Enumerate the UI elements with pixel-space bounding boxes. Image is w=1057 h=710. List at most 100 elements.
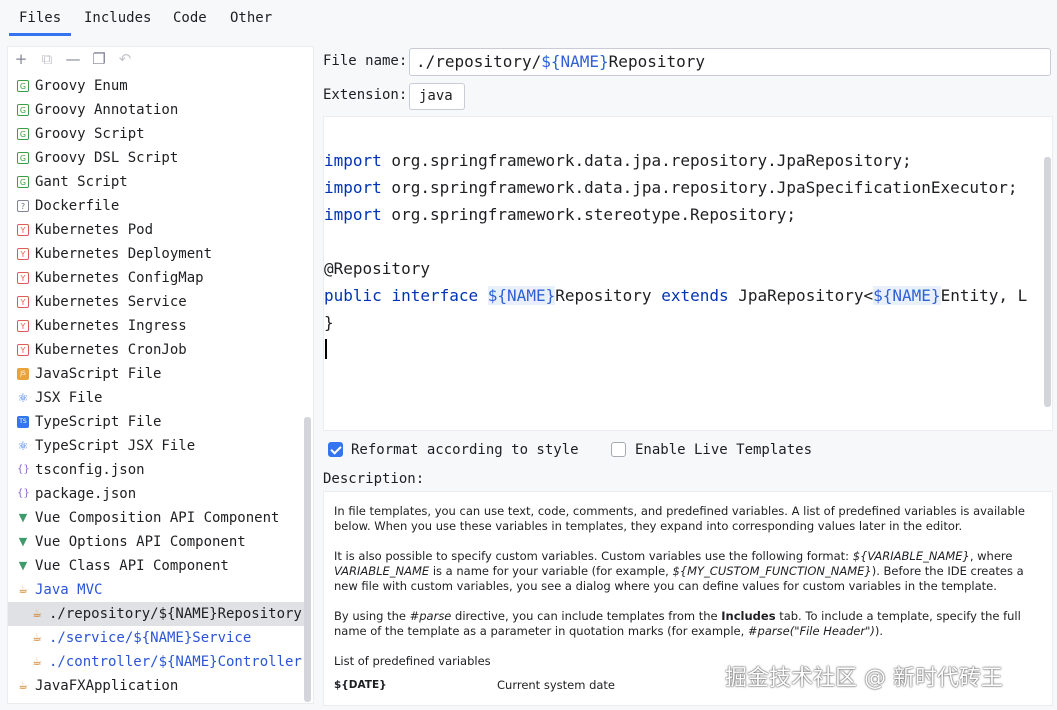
- extension-field[interactable]: java: [409, 83, 465, 110]
- yaml-icon: Y: [17, 248, 29, 260]
- editor-vertical-scrollbar[interactable]: [1044, 157, 1051, 407]
- template-list-item-label: Vue Options API Component: [35, 534, 246, 550]
- template-list-item[interactable]: Y Kubernetes Pod: [8, 218, 308, 242]
- groovy-icon: G: [17, 128, 29, 140]
- code-line-import-2: import org.springframework.data.jpa.repo…: [324, 178, 1018, 197]
- template-list-item-label: Groovy Annotation: [35, 102, 179, 118]
- template-list-item-label: tsconfig.json: [35, 462, 145, 478]
- file-name-field[interactable]: ./repository/${NAME}Repository: [409, 48, 1051, 76]
- template-list-item[interactable]: {} package.json: [8, 482, 308, 506]
- vue-icon: ▼: [18, 559, 28, 572]
- template-list-item[interactable]: Y Kubernetes Deployment: [8, 242, 308, 266]
- template-list-item-label: Kubernetes ConfigMap: [35, 270, 204, 286]
- template-list-item[interactable]: JS JavaScript File: [8, 362, 308, 386]
- tab-files[interactable]: Files: [8, 10, 72, 36]
- template-list-item[interactable]: Y Kubernetes Service: [8, 290, 308, 314]
- template-list-item[interactable]: G Groovy DSL Script: [8, 146, 308, 170]
- reformat-label[interactable]: Reformat according to style: [351, 442, 579, 458]
- template-list-item-label: package.json: [35, 486, 137, 502]
- template-list-item-label: Vue Class API Component: [35, 558, 229, 574]
- code-line-annotation: @Repository: [324, 259, 430, 278]
- template-list-item-label: TypeScript File: [35, 414, 162, 430]
- javascript-icon: JS: [17, 368, 29, 380]
- template-list-item-label: JSX File: [35, 390, 103, 406]
- copy-icon[interactable]: ⧉: [38, 50, 56, 68]
- template-list-item[interactable]: ▼ Vue Composition API Component: [8, 506, 308, 530]
- groovy-icon: G: [17, 80, 29, 92]
- groovy-icon: G: [17, 104, 29, 116]
- file-name-suffix: Repository: [608, 52, 705, 71]
- template-list-item[interactable]: Y Kubernetes CronJob: [8, 338, 308, 362]
- template-list-item[interactable]: G Groovy Annotation: [8, 98, 308, 122]
- yaml-icon: Y: [17, 344, 29, 356]
- template-list-item[interactable]: G Groovy Enum: [8, 74, 308, 98]
- template-list-item[interactable]: ☕ ./repository/${NAME}Repository: [8, 602, 308, 626]
- template-list-item-label: JavaFXApplication: [35, 678, 179, 694]
- template-list-item[interactable]: TS TypeScript File: [8, 410, 308, 434]
- extension-label: Extension:: [323, 87, 408, 103]
- template-list-item-label: ./service/${NAME}Service: [49, 630, 252, 646]
- yaml-icon: Y: [17, 320, 29, 332]
- template-list-item-label: Groovy Enum: [35, 78, 128, 94]
- unknown-file-icon: ?: [17, 200, 29, 212]
- react-icon: ⚛: [17, 391, 29, 405]
- reset-icon[interactable]: ↶: [116, 50, 134, 68]
- code-line-import-3: import org.springframework.stereotype.Re…: [324, 205, 797, 224]
- template-list-item[interactable]: ☕ ./controller/${NAME}Controller: [8, 650, 308, 674]
- json-icon: {}: [17, 488, 30, 499]
- template-list-item-label: Kubernetes Deployment: [35, 246, 213, 262]
- template-editor-panel: File name: ./repository/${NAME}Repositor…: [323, 46, 1053, 706]
- template-toolbar: + ⧉ — ❐ ↶: [8, 47, 313, 71]
- vue-icon: ▼: [18, 511, 28, 524]
- template-list-item[interactable]: ⚛ TypeScript JSX File: [8, 434, 308, 458]
- template-list-item[interactable]: G Groovy Script: [8, 122, 308, 146]
- java-file-icon: ☕: [32, 655, 42, 668]
- groovy-icon: G: [17, 152, 29, 164]
- template-list-item[interactable]: {} tsconfig.json: [8, 458, 308, 482]
- template-list-item[interactable]: ☕ Java MVC: [8, 578, 308, 602]
- template-list-item[interactable]: ▼ Vue Options API Component: [8, 530, 308, 554]
- template-list-item[interactable]: ☕ ./service/${NAME}Service: [8, 626, 308, 650]
- reformat-checkbox[interactable]: [328, 442, 343, 457]
- code-line-close: }: [324, 313, 334, 332]
- java-group-icon: ☕: [18, 583, 28, 596]
- file-name-variable: ${NAME}: [541, 52, 609, 71]
- remove-icon[interactable]: —: [64, 50, 82, 68]
- variable-name: ${DATE}: [334, 679, 387, 691]
- file-name-prefix: ./repository/: [416, 52, 542, 71]
- java-file-icon: ☕: [32, 607, 42, 620]
- tab-includes[interactable]: Includes: [84, 10, 151, 26]
- tab-other[interactable]: Other: [230, 10, 272, 26]
- template-tabs: Files Includes Code Other: [0, 0, 1057, 36]
- template-list-item-label: Groovy Script: [35, 126, 145, 142]
- live-templates-label[interactable]: Enable Live Templates: [635, 442, 812, 458]
- description-paragraph-3: By using the #parse directive, you can i…: [334, 609, 1021, 638]
- yaml-icon: Y: [17, 272, 29, 284]
- template-list-item-label: ./repository/${NAME}Repository: [49, 606, 302, 622]
- template-list-item[interactable]: Y Kubernetes Ingress: [8, 314, 308, 338]
- tab-code[interactable]: Code: [173, 10, 207, 26]
- text-caret: [325, 339, 327, 359]
- template-list-item[interactable]: ⚛ JSX File: [8, 386, 308, 410]
- add-icon[interactable]: +: [12, 50, 30, 68]
- description-paragraph-1: In file templates, you can use text, cod…: [334, 504, 1025, 533]
- template-list-panel: + ⧉ — ❐ ↶ G Groovy Enum G Groovy Annotation…: [7, 46, 314, 704]
- template-list-item-label: Kubernetes CronJob: [35, 342, 187, 358]
- typescript-icon: TS: [17, 416, 29, 428]
- json-icon: {}: [17, 464, 30, 475]
- template-list-item[interactable]: ▼ Vue Class API Component: [8, 554, 308, 578]
- template-list-item[interactable]: G Gant Script: [8, 170, 308, 194]
- template-list-item[interactable]: ☕ JavaFXApplication: [8, 674, 308, 698]
- template-list-item[interactable]: Y Kubernetes ConfigMap: [8, 266, 308, 290]
- list-scrollbar[interactable]: [304, 417, 311, 702]
- live-templates-checkbox[interactable]: [611, 442, 626, 457]
- template-code-editor[interactable]: import org.springframework.data.jpa.repo…: [323, 116, 1053, 431]
- code-line-declaration: public interface ${NAME}Repository exten…: [324, 286, 1028, 305]
- watermark: 掘金技术社区 @ 新时代砖王: [725, 666, 1003, 691]
- template-list-item-label: Kubernetes Service: [35, 294, 187, 310]
- template-list-item-label: TypeScript JSX File: [35, 438, 196, 454]
- description-paragraph-2: It is also possible to specify custom va…: [334, 549, 1024, 593]
- java-file-icon: ☕: [32, 631, 42, 644]
- duplicate-icon[interactable]: ❐: [90, 50, 108, 68]
- template-list-item[interactable]: ? Dockerfile: [8, 194, 308, 218]
